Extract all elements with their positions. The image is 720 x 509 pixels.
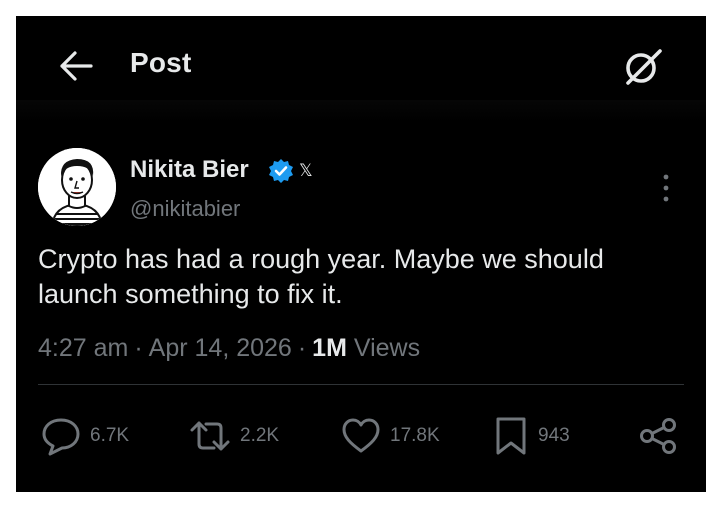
- views-count[interactable]: 1M: [312, 334, 347, 362]
- avatar[interactable]: [38, 148, 116, 226]
- post-date[interactable]: Apr 14, 2026: [149, 334, 292, 362]
- bookmark-count: 943: [538, 425, 570, 446]
- bookmark-button[interactable]: 943: [492, 414, 570, 458]
- like-button[interactable]: 17.8K: [340, 414, 440, 458]
- post-screen: Post Nikita Bier 𝕏 @nikitabier Crypto ha…: [16, 16, 706, 492]
- heart-icon: [342, 418, 380, 453]
- verified-badge-icon[interactable]: [268, 158, 294, 184]
- author-display-name[interactable]: Nikita Bier: [130, 156, 249, 184]
- profile-picture: [38, 148, 116, 226]
- more-vertical-icon: [663, 174, 669, 202]
- repost-count: 2.2K: [240, 425, 280, 446]
- bookmark-icon: [496, 417, 526, 455]
- reply-count: 6.7K: [90, 425, 130, 446]
- author-handle[interactable]: @nikitabier: [130, 196, 240, 222]
- like-count: 17.8K: [390, 425, 440, 446]
- share-button[interactable]: [636, 414, 680, 458]
- x-affiliation-icon[interactable]: 𝕏: [299, 161, 313, 181]
- reply-button[interactable]: 6.7K: [40, 414, 129, 458]
- arrow-left-icon: [60, 51, 93, 81]
- repost-button[interactable]: 2.2K: [188, 414, 279, 458]
- back-button[interactable]: [58, 49, 94, 83]
- top-bar: Post: [16, 16, 706, 122]
- share-icon: [640, 418, 676, 454]
- grok-button[interactable]: [621, 44, 665, 88]
- views-label: Views: [353, 334, 421, 362]
- page-title: Post: [130, 47, 192, 78]
- divider: [38, 384, 684, 385]
- post-text: Crypto has had a rough year. Maybe we sh…: [38, 244, 604, 309]
- post-time[interactable]: 4:27 am: [38, 334, 128, 362]
- reply-icon: [42, 418, 80, 456]
- action-bar: 6.7K 2.2K 17.8K 943: [16, 414, 706, 458]
- grok-icon: [626, 49, 662, 85]
- post-meta: 4:27 am · Apr 14, 2026 · 1M Views: [38, 334, 421, 362]
- more-options-button[interactable]: [658, 172, 674, 204]
- repost-icon: [190, 421, 230, 451]
